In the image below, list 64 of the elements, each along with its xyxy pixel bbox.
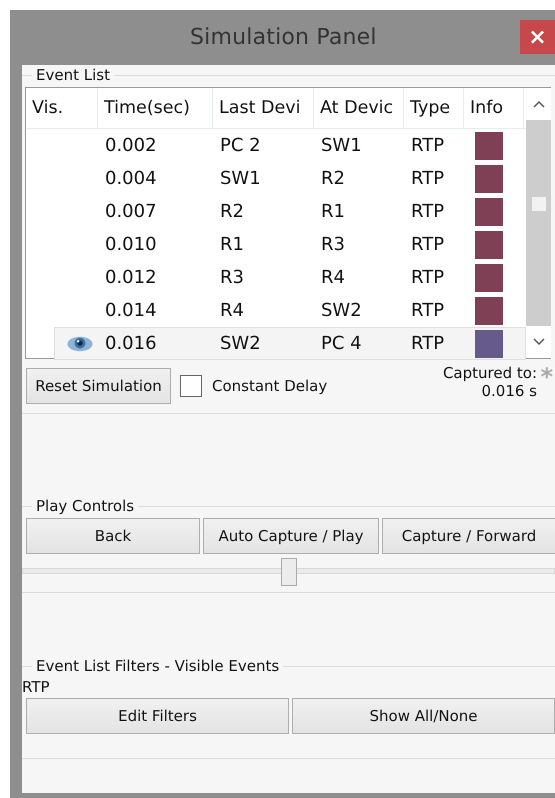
event-row[interactable]: 0.012 R3 R4 RTP	[54, 261, 526, 294]
table-cell-text: 0.016	[104, 333, 158, 354]
play-control-button[interactable]: Back	[26, 518, 200, 554]
close-button[interactable]: ×	[520, 20, 555, 54]
captured-value: 0.016 s	[481, 382, 537, 400]
table-cell-text: PC 4	[320, 333, 363, 354]
table-cell-text: R4	[320, 267, 346, 288]
filter-button[interactable]: Edit Filters	[26, 698, 289, 734]
event-row[interactable]: 0.007 R2 R1 RTP	[54, 195, 526, 228]
scroll-thumb[interactable]	[532, 197, 546, 211]
checkbox-label[interactable]: Constant Delay	[212, 377, 328, 395]
scroll-up-icon[interactable]	[532, 100, 544, 108]
table-cell-text: RTP	[410, 300, 446, 321]
table-cell-text: R2	[320, 168, 346, 189]
captured-label: Captured to:	[442, 364, 537, 382]
table-cell-text: 0.014	[104, 300, 158, 321]
table-cell-text: SW2	[320, 300, 363, 321]
group-title: Event List Filters - Visible Events	[35, 657, 280, 675]
slider-thumb[interactable]	[280, 558, 296, 586]
asterisk-mark: *	[540, 363, 553, 391]
group-title: Event List	[35, 66, 111, 84]
table-cell-text: PC 2	[219, 135, 262, 156]
table-cell-text: RTP	[410, 201, 446, 222]
filter-text: RTP	[22, 678, 51, 696]
table-cell-text: R1	[320, 201, 346, 222]
event-row[interactable]: 0.010 R1 R3 RTP	[54, 228, 526, 261]
table-cell-text: SW1	[219, 168, 262, 189]
table-cell-text: 0.002	[104, 135, 158, 156]
scroll-down-icon[interactable]	[532, 338, 544, 346]
table-cell-text: 0.012	[104, 267, 158, 288]
table-cell-text: 0.010	[104, 234, 158, 255]
play-control-button[interactable]: Auto Capture / Play	[203, 518, 379, 554]
table-cell-text: 0.007	[104, 201, 158, 222]
table-cell-text: SW2	[219, 333, 262, 354]
column-header[interactable]: Vis.	[26, 88, 98, 128]
reset-simulation-button[interactable]: Reset Simulation	[26, 368, 171, 404]
column-header[interactable]: Type	[404, 88, 464, 128]
table-cell-text: RTP	[410, 168, 446, 189]
table-cell-text: RTP	[410, 333, 446, 354]
table-cell-text: R2	[219, 201, 245, 222]
column-header[interactable]: Last Devi	[213, 88, 314, 128]
event-row[interactable]: 0.016 SW2 PC 4 RTP	[54, 327, 526, 360]
table-cell-text: R3	[320, 234, 346, 255]
checkbox[interactable]	[180, 375, 202, 397]
filter-button[interactable]: Show All/None	[292, 698, 555, 734]
column-header[interactable]: At Devic	[314, 88, 404, 128]
table-cell-text: 0.004	[104, 168, 158, 189]
column-header[interactable]: Info	[464, 88, 524, 128]
table-cell-text: R4	[219, 300, 245, 321]
column-header[interactable]: Time(sec)	[98, 88, 213, 128]
table-cell-text: RTP	[410, 135, 446, 156]
event-row[interactable]: 0.004 SW1 R2 RTP	[54, 162, 526, 195]
table-cell-text: RTP	[410, 234, 446, 255]
play-control-button[interactable]: Capture / Forward	[382, 518, 555, 554]
table-cell-text: RTP	[410, 267, 446, 288]
group-title: Play Controls	[35, 497, 136, 515]
scrollbar[interactable]	[526, 88, 551, 358]
table-cell-text: R1	[219, 234, 245, 255]
window-title: Simulation Panel	[190, 25, 377, 50]
table-cell-text: R3	[219, 267, 245, 288]
table-cell-text: SW1	[320, 135, 363, 156]
slider-track[interactable]	[22, 568, 555, 574]
event-row[interactable]: 0.002 PC 2 SW1 RTP	[54, 129, 526, 162]
event-row[interactable]: 0.014 R4 SW2 RTP	[54, 294, 526, 327]
